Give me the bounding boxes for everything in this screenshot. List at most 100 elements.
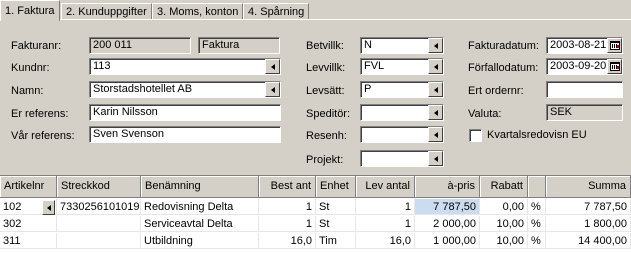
table-cell-benamning[interactable]: Utbildning — [141, 233, 259, 249]
speditor-field[interactable] — [360, 104, 444, 121]
namn-value: Storstadshotellet AB — [93, 83, 193, 95]
namn-label: Namn: — [11, 85, 44, 97]
table-cell-benamning[interactable]: Redovisning Delta — [141, 199, 259, 215]
forfallodatum-value: 2003-09-20 — [550, 60, 607, 72]
valuta-label: Valuta: — [468, 108, 502, 120]
speditor-lookup-button[interactable] — [428, 105, 443, 120]
betvillk-field[interactable]: N — [360, 37, 444, 54]
table-cell-best-ant[interactable]: 16,0 — [259, 233, 316, 249]
table-cell-enhet[interactable]: St — [316, 199, 356, 215]
table-cell-artikelnr[interactable]: 302 — [0, 216, 57, 232]
table-cell-benamning[interactable]: Serviceavtal Delta — [141, 216, 259, 232]
invoice-lines-table: Artikelnr Streckkod Benämning Best ant E… — [0, 175, 631, 253]
table-cell-enhet[interactable]: Tim — [316, 233, 356, 249]
betvillk-value: N — [364, 39, 372, 51]
tab-kunduppgifter[interactable]: 2. Kunduppgifter — [61, 3, 152, 20]
table-cell-enhet[interactable]: St — [316, 216, 356, 232]
var-referens-field[interactable]: Sven Svenson — [89, 126, 281, 143]
forfallodatum-calendar-button[interactable] — [607, 59, 622, 74]
table-cell-best-ant[interactable]: 1 — [259, 216, 316, 232]
betvillk-label: Betvillk: — [306, 40, 344, 52]
table-cell-rabatt[interactable]: 0,00 — [480, 199, 528, 215]
fakturadatum-label: Fakturadatum: — [468, 40, 539, 52]
betvillk-lookup-button[interactable] — [428, 38, 443, 53]
fakturanr-field: 200 011 — [89, 37, 191, 54]
projekt-field[interactable] — [360, 150, 444, 167]
levsatt-field[interactable]: P — [360, 81, 444, 98]
kvartalsredovisn-label: Kvartalsredovisn EU — [487, 129, 587, 141]
tab-faktura[interactable]: 1. Faktura — [0, 0, 60, 21]
table-cell-a-pris[interactable]: 2 000,00 — [415, 216, 480, 232]
forfallodatum-field[interactable]: 2003-09-20 — [546, 58, 623, 75]
table-cell-lev-antal[interactable]: 16,0 — [356, 233, 415, 249]
table-cell-best-ant[interactable]: 1 — [259, 199, 316, 215]
ert-ordernr-field[interactable] — [546, 81, 623, 98]
resenh-lookup-button[interactable] — [428, 127, 443, 142]
table-cell-lev-antal[interactable]: 1 — [356, 199, 415, 215]
levsatt-label: Levsätt: — [306, 85, 345, 97]
speditor-label: Speditör: — [306, 108, 351, 120]
table-cell-rabatt-unit: % — [528, 216, 546, 232]
table-cell-rabatt-unit: % — [528, 233, 546, 249]
tab-sparning[interactable]: 4. Spårning — [243, 3, 310, 20]
arrow-left-icon — [433, 63, 438, 70]
levvillk-field[interactable]: FVL — [360, 58, 444, 75]
invoice-panel: Fakturanr: 200 011 Faktura Kundnr: 113 N… — [0, 20, 631, 175]
kvartalsredovisn-checkbox[interactable] — [469, 129, 482, 142]
calendar-icon — [609, 41, 620, 50]
calendar-icon — [609, 62, 620, 71]
table-cell-lev-antal[interactable]: 1 — [356, 216, 415, 232]
table-cell-rabatt[interactable]: 10,00 — [480, 216, 528, 232]
table-cell-summa[interactable]: 14 400,00 — [546, 233, 631, 249]
kundnr-value: 113 — [93, 60, 111, 72]
levvillk-lookup-button[interactable] — [428, 59, 443, 74]
arrow-left-icon — [433, 155, 438, 162]
arrow-left-icon — [433, 42, 438, 49]
artikelnr-lookup-button[interactable] — [42, 200, 55, 215]
artikelnr-value: 102 — [3, 201, 22, 213]
col-header-summa[interactable]: Summa — [546, 176, 631, 198]
col-header-benamning[interactable]: Benämning — [141, 176, 259, 198]
tab-moms-konton[interactable]: 3. Moms, konton — [152, 3, 244, 20]
arrow-left-icon — [270, 86, 275, 93]
table-cell-rabatt[interactable]: 10,00 — [480, 233, 528, 249]
projekt-lookup-button[interactable] — [428, 151, 443, 166]
ert-ordernr-label: Ert ordernr: — [468, 85, 524, 97]
er-referens-label: Er referens: — [11, 108, 69, 120]
col-header-rabatt-unit[interactable] — [528, 176, 546, 198]
col-header-rabatt[interactable]: Rabatt — [480, 176, 528, 198]
tab-bar: 1. Faktura 2. Kunduppgifter 3. Moms, kon… — [0, 0, 631, 21]
col-header-a-pris[interactable]: à-pris — [415, 176, 480, 198]
table-cell-streckkod[interactable] — [57, 233, 141, 249]
valuta-field: SEK — [546, 104, 623, 121]
table-cell-artikelnr[interactable]: 311 — [0, 233, 57, 249]
table-cell-a-pris[interactable]: 1 000,00 — [415, 233, 480, 249]
col-header-best-ant[interactable]: Best ant — [259, 176, 316, 198]
fakturadatum-field[interactable]: 2003-08-21 — [546, 37, 623, 54]
er-referens-field[interactable]: Karin Nilsson — [89, 104, 281, 121]
namn-lookup-button[interactable] — [265, 82, 280, 97]
col-header-streckkod[interactable]: Streckkod — [57, 176, 141, 198]
arrow-left-icon — [46, 204, 51, 211]
table-cell-summa[interactable]: 1 800,00 — [546, 216, 631, 232]
projekt-label: Projekt: — [306, 154, 344, 166]
fakturadatum-calendar-button[interactable] — [607, 38, 622, 53]
arrow-left-icon — [270, 63, 275, 70]
col-header-artikelnr[interactable]: Artikelnr — [0, 176, 57, 198]
table-cell-streckkod[interactable]: 7330256101019 — [57, 199, 141, 215]
kundnr-lookup-button[interactable] — [265, 59, 280, 74]
var-referens-label: Vår referens: — [11, 130, 75, 142]
table-cell-streckkod[interactable] — [57, 216, 141, 232]
kundnr-field[interactable]: 113 — [89, 58, 281, 75]
resenh-field[interactable] — [360, 126, 444, 143]
arrow-left-icon — [433, 109, 438, 116]
col-header-enhet[interactable]: Enhet — [316, 176, 356, 198]
namn-field[interactable]: Storstadshotellet AB — [89, 81, 281, 98]
table-cell-a-pris[interactable]: 7 787,50 — [415, 199, 480, 215]
levsatt-lookup-button[interactable] — [428, 82, 443, 97]
table-cell-summa[interactable]: 7 787,50 — [546, 199, 631, 215]
arrow-left-icon — [433, 131, 438, 138]
fakturatyp-field: Faktura — [198, 37, 280, 54]
col-header-lev-antal[interactable]: Lev antal — [356, 176, 415, 198]
fakturadatum-value: 2003-08-21 — [550, 39, 607, 51]
